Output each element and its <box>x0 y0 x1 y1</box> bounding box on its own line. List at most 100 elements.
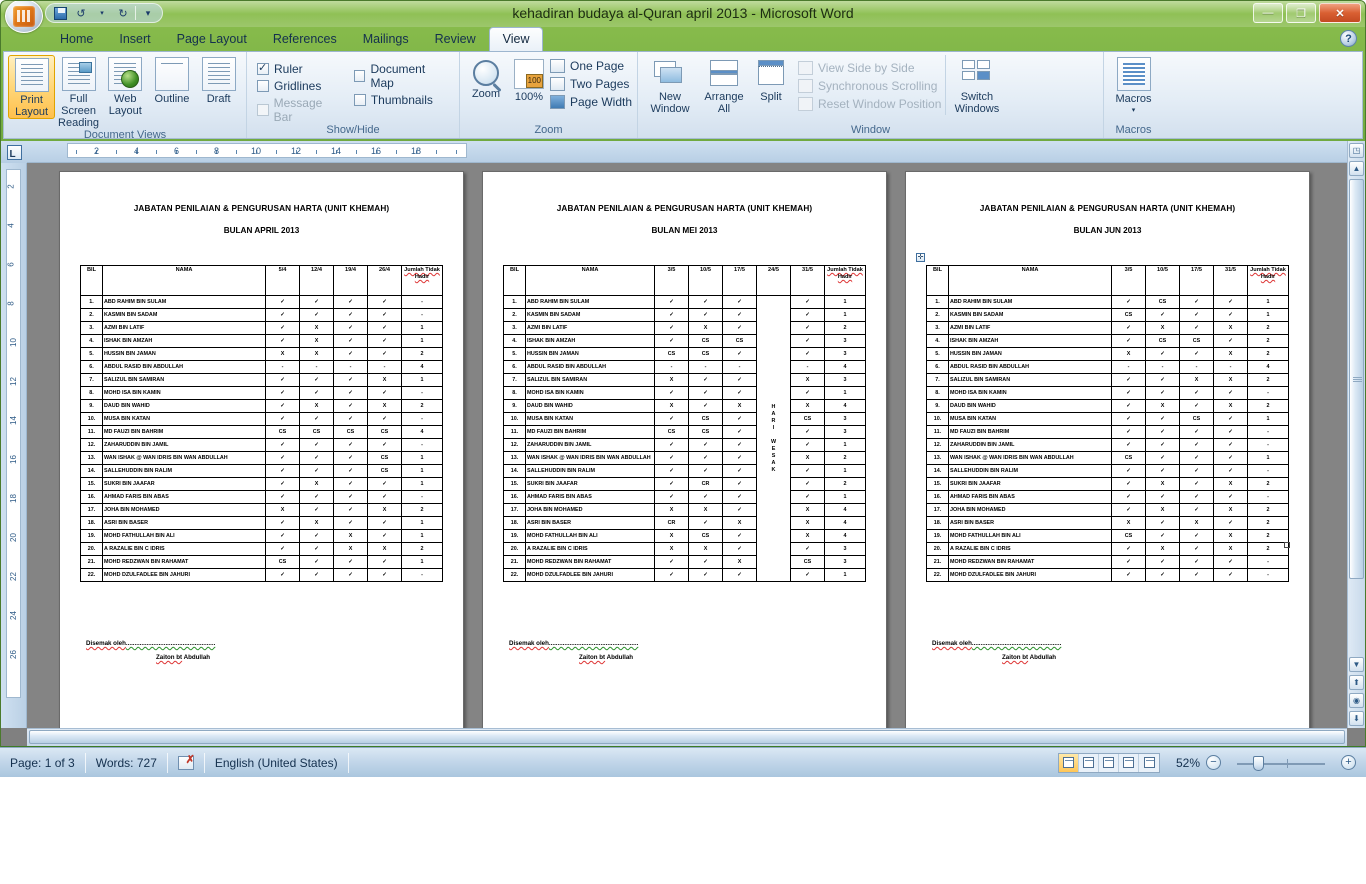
table-row[interactable]: 1. ABD RAHIM BIN SULAM ✓ ✓ ✓ ✓ - <box>80 295 443 309</box>
view-print-layout-button[interactable] <box>1059 753 1079 772</box>
word-count[interactable]: Words: 727 <box>86 752 168 773</box>
table-row[interactable]: 7. SALIZUL BIN SAMIRAN ✓ ✓ ✓ X 1 <box>80 373 443 387</box>
zoom-slider[interactable] <box>1227 755 1335 771</box>
page-width-button[interactable]: Page Width <box>550 93 632 111</box>
macros-dropdown-icon[interactable]: ▾ <box>1132 105 1136 117</box>
table-row[interactable]: 16. AHMAD FARIS BIN ABAS ✓ ✓ ✓ ✓ - <box>80 490 443 504</box>
table-row[interactable]: 1. ABD RAHIM BIN SULAM ✓ CS ✓ ✓ 1 <box>926 295 1289 309</box>
table-row[interactable]: 17. JOHA BIN MOHAMED ✓ X ✓ X 2 <box>926 503 1289 517</box>
view-web-layout-button[interactable] <box>1099 753 1119 772</box>
table-row[interactable]: 6. ABDUL RASID BIN ABDULLAH - - - -4 <box>926 360 1289 374</box>
document-map-checkbox-row[interactable]: Document Map <box>353 62 449 90</box>
table-row[interactable]: 3. AZMI BIN LATIF ✓ X ✓ ✓ 2 <box>503 321 866 335</box>
table-row[interactable]: 4. ISHAK BIN AMZAH ✓ CS CS ✓ 2 <box>926 334 1289 348</box>
vertical-scrollbar[interactable]: ◳ ▲ ▼ ⬆ ◉ ⬇ <box>1347 141 1365 728</box>
table-row[interactable]: 11. MD FAUZI BIN BAHRIM ✓ ✓ ✓ ✓ - <box>926 425 1289 439</box>
table-row[interactable]: 21. MOHD REDZWAN BIN RAHAMAT ✓ ✓ X CS 3 <box>503 555 866 569</box>
new-window-button[interactable]: New Window <box>642 55 698 115</box>
table-row[interactable]: 9. DAUD BIN WAHID ✓ X ✓ X 2 <box>80 399 443 413</box>
vertical-ruler[interactable]: 2 4 6 8 10 12 14 16 18 20 22 24 26 <box>1 163 27 728</box>
table-row[interactable]: 10. MUSA BIN KATAN ✓ ✓ ✓ ✓ - <box>80 412 443 426</box>
table-row[interactable]: 6. ABDUL RASID BIN ABDULLAH - - - -4 <box>503 360 866 374</box>
spelling-errors-icon[interactable] <box>177 753 195 770</box>
gridlines-checkbox-row[interactable]: Gridlines <box>257 79 342 93</box>
scroll-down-button[interactable]: ▼ <box>1349 657 1364 672</box>
table-row[interactable]: 5. HUSSIN BIN JAMAN CS CS ✓ ✓ 3 <box>503 347 866 361</box>
table-resize-handle-icon[interactable] <box>1284 542 1290 548</box>
print-layout-button[interactable]: Print Layout <box>8 55 56 119</box>
outline-button[interactable]: Outline <box>149 55 196 105</box>
table-row[interactable]: 12. ZAHARUDDIN BIN JAMIL ✓ ✓ ✓ ✓ - <box>926 438 1289 452</box>
horizontal-ruler[interactable]: 2 4 6 8 10 12 14 16 18 <box>27 141 1347 163</box>
arrange-all-button[interactable]: Arrange All <box>698 55 750 115</box>
zoom-out-button[interactable]: − <box>1206 755 1221 770</box>
gridlines-checkbox-icon[interactable] <box>257 80 269 92</box>
thumbnails-checkbox-icon[interactable] <box>353 94 366 106</box>
attendance-table[interactable]: BIL NAMA 3/5 10/5 17/5 24/5 31/5 Jumlah Tidak H… <box>503 265 866 582</box>
table-row[interactable]: 22. MOHD DZULFADLEE BIN JAHURI ✓ ✓ ✓ ✓ 1 <box>503 568 866 582</box>
table-row[interactable]: 17. JOHA BIN MOHAMED X ✓ ✓ X 2 <box>80 503 443 517</box>
table-row[interactable]: 6. ABDUL RASID BIN ABDULLAH - - - -4 <box>80 360 443 374</box>
table-row[interactable]: 19. MOHD FATHULLAH BIN ALI CS ✓ ✓ X 2 <box>926 529 1289 543</box>
document-map-checkbox-icon[interactable] <box>353 70 366 82</box>
attendance-table[interactable]: BIL NAMA 3/5 10/5 17/5 31/5 Jumlah Tidak Hadir… <box>926 265 1289 582</box>
tab-references[interactable]: References <box>260 28 350 51</box>
tab-mailings[interactable]: Mailings <box>350 28 422 51</box>
zoom-level-label[interactable]: 52% <box>1166 756 1200 770</box>
table-row[interactable]: 4. ISHAK BIN AMZAH ✓ CS CS ✓ 3 <box>503 334 866 348</box>
table-row[interactable]: 18. ASRI BIN BASER ✓ X ✓ ✓ 1 <box>80 516 443 530</box>
zoom-100-button[interactable]: 100% <box>508 55 550 103</box>
table-row[interactable]: 8. MOHD ISA BIN KAMIN ✓ ✓ ✓ ✓ - <box>926 386 1289 400</box>
table-row[interactable]: 12. ZAHARUDDIN BIN JAMIL ✓ ✓ ✓ ✓ - <box>80 438 443 452</box>
table-row[interactable]: 13. WAN ISHAK @ WAN IDRIS BIN WAN ABDULLA… <box>80 451 443 465</box>
draft-button[interactable]: Draft <box>195 55 242 105</box>
minimize-button[interactable]: — <box>1253 3 1283 23</box>
table-row[interactable]: 16. AHMAD FARIS BIN ABAS ✓ ✓ ✓ ✓ - <box>926 490 1289 504</box>
tab-selector[interactable]: L <box>1 141 27 163</box>
previous-page-button[interactable]: ⬆ <box>1349 675 1364 690</box>
table-row[interactable]: 5. HUSSIN BIN JAMAN X ✓ ✓ X 2 <box>926 347 1289 361</box>
thumbnails-checkbox-row[interactable]: Thumbnails <box>353 93 449 107</box>
tab-selector-icon[interactable]: L <box>6 144 22 160</box>
table-row[interactable]: 7. SALIZUL BIN SAMIRAN ✓ ✓ X X 2 <box>926 373 1289 387</box>
table-row[interactable]: 22. MOHD DZULFADLEE BIN JAHURI ✓ ✓ ✓ ✓ - <box>80 568 443 582</box>
scroll-select-browse-object-icon[interactable]: ◳ <box>1349 143 1364 158</box>
tab-view[interactable]: View <box>488 27 544 51</box>
table-row[interactable]: 11. MD FAUZI BIN BAHRIM CS CS ✓ ✓ 3 <box>503 425 866 439</box>
table-row[interactable]: 14. SALLEHUDDIN BIN RALIM ✓ ✓ ✓ CS 1 <box>80 464 443 478</box>
table-row[interactable]: 21. MOHD REDZWAN BIN RAHAMAT CS ✓ ✓ ✓ 1 <box>80 555 443 569</box>
zoom-in-button[interactable]: + <box>1341 755 1356 770</box>
table-row[interactable]: 15. SUKRI BIN JAAFAR ✓ X ✓ ✓ 1 <box>80 477 443 491</box>
table-row[interactable]: 2. KASMIN BIN SADAM ✓ ✓ ✓ ✓ - <box>80 308 443 322</box>
tab-review[interactable]: Review <box>422 28 489 51</box>
table-row[interactable]: 13. WAN ISHAK @ WAN IDRIS BIN WAN ABDULLA… <box>926 451 1289 465</box>
view-full-screen-reading-button[interactable] <box>1079 753 1099 772</box>
table-row[interactable]: 1. ABD RAHIM BIN SULAM ✓ ✓ ✓ H A R I W E S A K ✓ 1 <box>503 295 866 582</box>
table-row[interactable]: 16. AHMAD FARIS BIN ABAS ✓ ✓ ✓ ✓ 1 <box>503 490 866 504</box>
table-row[interactable]: 20. A RAZALIE BIN C IDRIS ✓ ✓ X X 2 <box>80 542 443 556</box>
table-row[interactable]: 12. ZAHARUDDIN BIN JAMIL ✓ ✓ ✓ ✓ 1 <box>503 438 866 452</box>
table-row[interactable]: 8. MOHD ISA BIN KAMIN ✓ ✓ ✓ ✓ - <box>80 386 443 400</box>
horizontal-scrollbar[interactable] <box>27 728 1347 746</box>
table-row[interactable]: 8. MOHD ISA BIN KAMIN ✓ ✓ ✓ ✓ 1 <box>503 386 866 400</box>
table-row[interactable]: 15. SUKRI BIN JAAFAR ✓ X ✓ X 2 <box>926 477 1289 491</box>
table-row[interactable]: 20. A RAZALIE BIN C IDRIS X X ✓ ✓ 3 <box>503 542 866 556</box>
web-layout-button[interactable]: Web Layout <box>102 55 149 117</box>
proofing-status[interactable] <box>168 752 205 773</box>
table-row[interactable]: 7. SALIZUL BIN SAMIRAN X ✓ ✓ X 3 <box>503 373 866 387</box>
table-row[interactable]: 20. A RAZALIE BIN C IDRIS ✓ X ✓ X 2 <box>926 542 1289 556</box>
select-browse-object-button[interactable]: ◉ <box>1349 693 1364 708</box>
two-pages-button[interactable]: Two Pages <box>550 75 632 93</box>
table-row[interactable]: 11. MD FAUZI BIN BAHRIM CS CS CS CS 4 <box>80 425 443 439</box>
tab-home[interactable]: Home <box>47 28 106 51</box>
table-row[interactable]: 5. HUSSIN BIN JAMAN X X ✓ ✓ 2 <box>80 347 443 361</box>
tab-insert[interactable]: Insert <box>106 28 163 51</box>
table-row[interactable]: 18. ASRI BIN BASER X ✓ X ✓ 2 <box>926 516 1289 530</box>
table-row[interactable]: 14. SALLEHUDDIN BIN RALIM ✓ ✓ ✓ ✓ 1 <box>503 464 866 478</box>
tab-page-layout[interactable]: Page Layout <box>164 28 260 51</box>
scroll-up-button[interactable]: ▲ <box>1349 161 1364 176</box>
full-screen-reading-button[interactable]: Full Screen Reading <box>55 55 102 129</box>
table-row[interactable]: 10. MUSA BIN KATAN ✓ ✓ CS ✓ 1 <box>926 412 1289 426</box>
language-indicator[interactable]: English (United States) <box>205 752 349 773</box>
maximize-button[interactable]: ❐ <box>1286 3 1316 23</box>
